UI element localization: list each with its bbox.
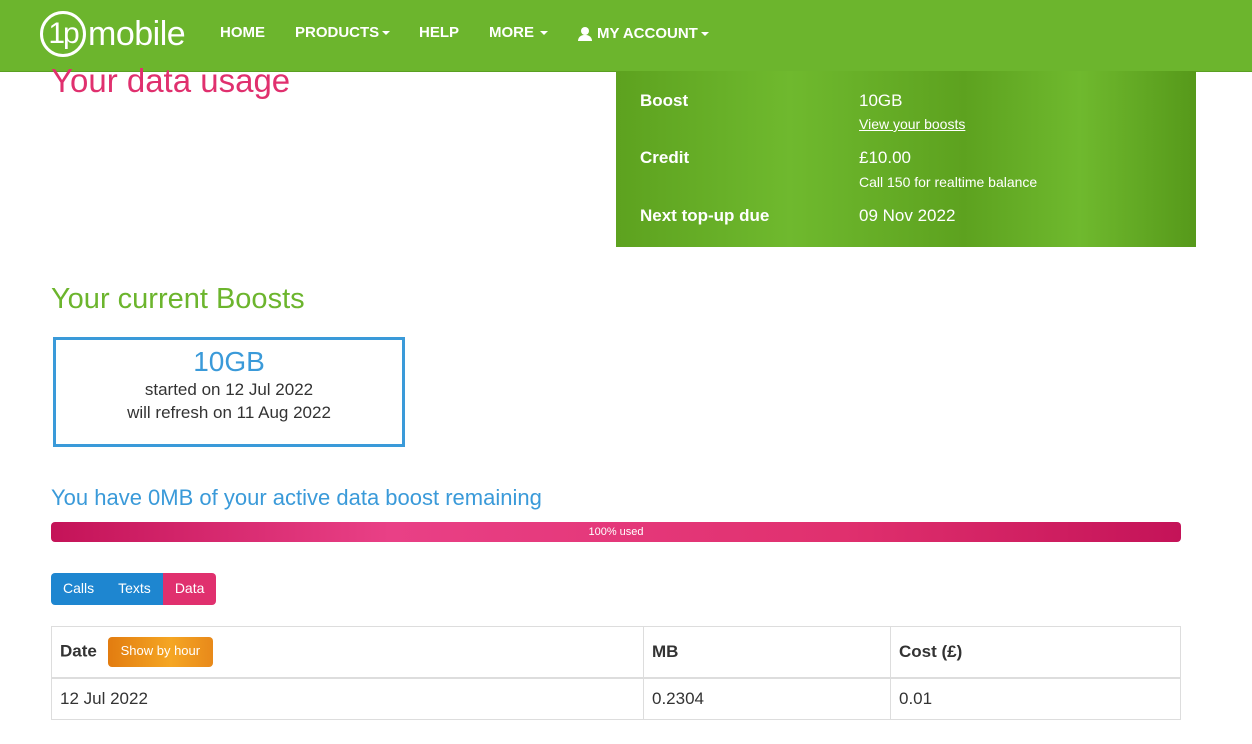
tab-texts[interactable]: Texts	[106, 573, 163, 605]
account-summary-panel: Boost 10GB View your boosts Credit £10.0…	[616, 71, 1196, 247]
table-row: 12 Jul 2022 0.2304 0.01	[51, 677, 1181, 720]
data-remaining-text: You have 0MB of your active data boost r…	[51, 485, 542, 510]
boosts-heading: Your current Boosts	[51, 283, 305, 315]
boost-value: 10GB	[859, 91, 903, 110]
boost-label: Boost	[640, 91, 689, 110]
usage-table: Date Show by hour MB Cost (£) 12 Jul 202…	[51, 626, 1181, 720]
caret-down-icon	[700, 31, 709, 36]
logo-wordmark: mobile	[88, 14, 186, 53]
column-header-cost: Cost (£)	[890, 626, 1181, 679]
nav-home-label: HOME	[220, 24, 265, 41]
credit-value: £10.00	[859, 148, 911, 167]
topup-label: Next top-up due	[640, 206, 770, 225]
nav-more-label: MORE	[489, 24, 534, 41]
progress-fill: 100% used	[51, 522, 1181, 542]
show-by-hour-button[interactable]: Show by hour	[107, 637, 214, 667]
nav-products-dropdown[interactable]: PRODUCTS	[295, 24, 391, 41]
nav-help-label: HELP	[419, 24, 460, 41]
logo-mark: 1p	[40, 11, 86, 57]
nav-account-label: MY ACCOUNT	[597, 25, 698, 42]
nav-home[interactable]: HOME	[220, 24, 265, 41]
column-header-date: Date Show by hour	[51, 626, 644, 679]
caret-down-icon	[382, 30, 391, 35]
page-title: Your data usage	[51, 62, 291, 99]
boost-refresh-date: will refresh on 11 Aug 2022	[127, 403, 331, 422]
topup-value: 09 Nov 2022	[859, 206, 956, 225]
nav-account-dropdown[interactable]: MY ACCOUNT	[578, 25, 709, 42]
boost-start-date: started on 12 Jul 2022	[144, 380, 314, 399]
tab-calls[interactable]: Calls	[51, 573, 107, 605]
tab-data[interactable]: Data	[162, 573, 217, 605]
boost-amount: 10GB	[193, 346, 265, 377]
mb-header-label: MB	[652, 642, 679, 661]
progress-label: 100% used	[588, 526, 644, 538]
caret-down-icon	[540, 30, 548, 35]
brand-logo[interactable]: 1p mobile	[40, 8, 186, 60]
nav-more-dropdown[interactable]: MORE	[489, 24, 548, 41]
credit-note: Call 150 for realtime balance	[859, 174, 1038, 190]
user-icon	[578, 26, 592, 41]
table-header-row: Date Show by hour MB Cost (£)	[51, 626, 1181, 679]
date-header-label: Date	[60, 641, 97, 661]
row-cost: 0.01	[890, 677, 1181, 720]
boost-card: 10GB started on 12 Jul 2022 will refresh…	[53, 337, 405, 447]
nav-products-label: PRODUCTS	[295, 24, 380, 41]
nav-help[interactable]: HELP	[419, 24, 459, 41]
row-mb: 0.2304	[643, 677, 891, 720]
credit-label: Credit	[640, 148, 690, 167]
tab-calls-label: Calls	[63, 580, 95, 596]
cost-header-label: Cost (£)	[899, 642, 963, 661]
column-header-mb: MB	[643, 626, 891, 679]
row-date: 12 Jul 2022	[51, 677, 644, 720]
tab-data-label: Data	[174, 580, 205, 596]
view-boosts-link[interactable]: View your boosts	[859, 116, 965, 132]
tab-texts-label: Texts	[118, 580, 151, 596]
data-usage-progress-bar: 100% used	[51, 522, 1181, 542]
usage-type-tabs: Calls Texts Data	[51, 573, 217, 605]
